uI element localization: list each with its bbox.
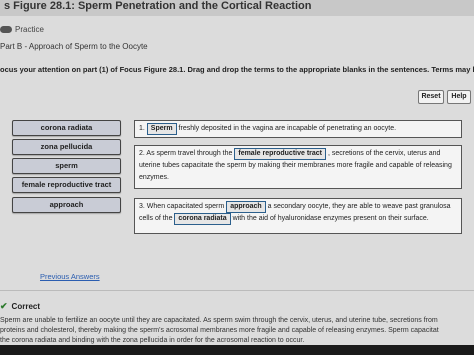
sentence-number: 1.	[139, 125, 145, 132]
feedback-status: ✔ Correct	[0, 301, 40, 312]
reset-button[interactable]: Reset	[418, 90, 444, 104]
sentence-text: enzymes.	[139, 174, 169, 181]
sentence-text: a secondary oocyte, they are able to wea…	[267, 203, 451, 210]
feedback-line: Sperm are unable to fertilize an oocyte …	[0, 317, 438, 324]
term-female-reproductive-tract[interactable]: female reproductive tract	[12, 177, 121, 193]
sentence-text: freshly deposited in the vagina are inca…	[178, 125, 397, 132]
sentence-number: 3.	[139, 203, 145, 210]
drop-blank-corona-radiata[interactable]: corona radiata	[174, 213, 231, 225]
term-approach[interactable]: approach	[12, 197, 121, 213]
divider	[0, 290, 474, 291]
sentence-text: As sperm travel through the	[146, 150, 233, 157]
sentence-text: with the aid of hyaluronidase enzymes pr…	[232, 215, 429, 222]
term-corona-radiata[interactable]: corona radiata	[12, 120, 121, 136]
sentence-2: 2. As sperm travel through the female re…	[134, 145, 462, 189]
checkmark-icon: ✔	[0, 301, 8, 311]
instructions-text: ocus your attention on part (1) of Focus…	[0, 65, 474, 74]
practice-indicator: Practice	[0, 25, 44, 34]
sentence-text: When capacitated sperm	[146, 203, 225, 210]
page-title: s Figure 28.1: Sperm Penetration and the…	[0, 0, 474, 16]
part-heading: Part B - Approach of Sperm to the Oocyte	[0, 42, 148, 51]
term-zona-pellucida[interactable]: zona pellucida	[12, 139, 121, 155]
sentence-text: uterine tubes capacitate the sperm by ma…	[139, 162, 452, 169]
feedback-line: proteins and cholesterol, thereby making…	[0, 327, 439, 334]
sentence-3: 3. When capacitated sperm approach a sec…	[134, 198, 462, 234]
feedback-status-label: Correct	[11, 302, 40, 311]
sentence-1: 1. Sperm freshly deposited in the vagina…	[134, 120, 462, 138]
practice-toggle-icon	[0, 26, 12, 33]
previous-answers-link[interactable]: Previous Answers	[40, 272, 100, 281]
drop-blank-female-reproductive-tract[interactable]: female reproductive tract	[234, 148, 327, 160]
practice-label: Practice	[15, 25, 44, 34]
sentence-text: cells of the	[139, 215, 173, 222]
drop-blank-sperm[interactable]: Sperm	[146, 123, 177, 135]
drop-blank-approach[interactable]: approach	[226, 201, 266, 213]
sentence-text: , secretions of the cervix, uterus and	[327, 150, 441, 157]
feedback-text: Sperm are unable to fertilize an oocyte …	[0, 316, 474, 346]
term-sperm[interactable]: sperm	[12, 158, 121, 174]
help-button[interactable]: Help	[447, 90, 471, 104]
sentence-number: 2.	[139, 150, 145, 157]
taskbar	[0, 345, 474, 355]
